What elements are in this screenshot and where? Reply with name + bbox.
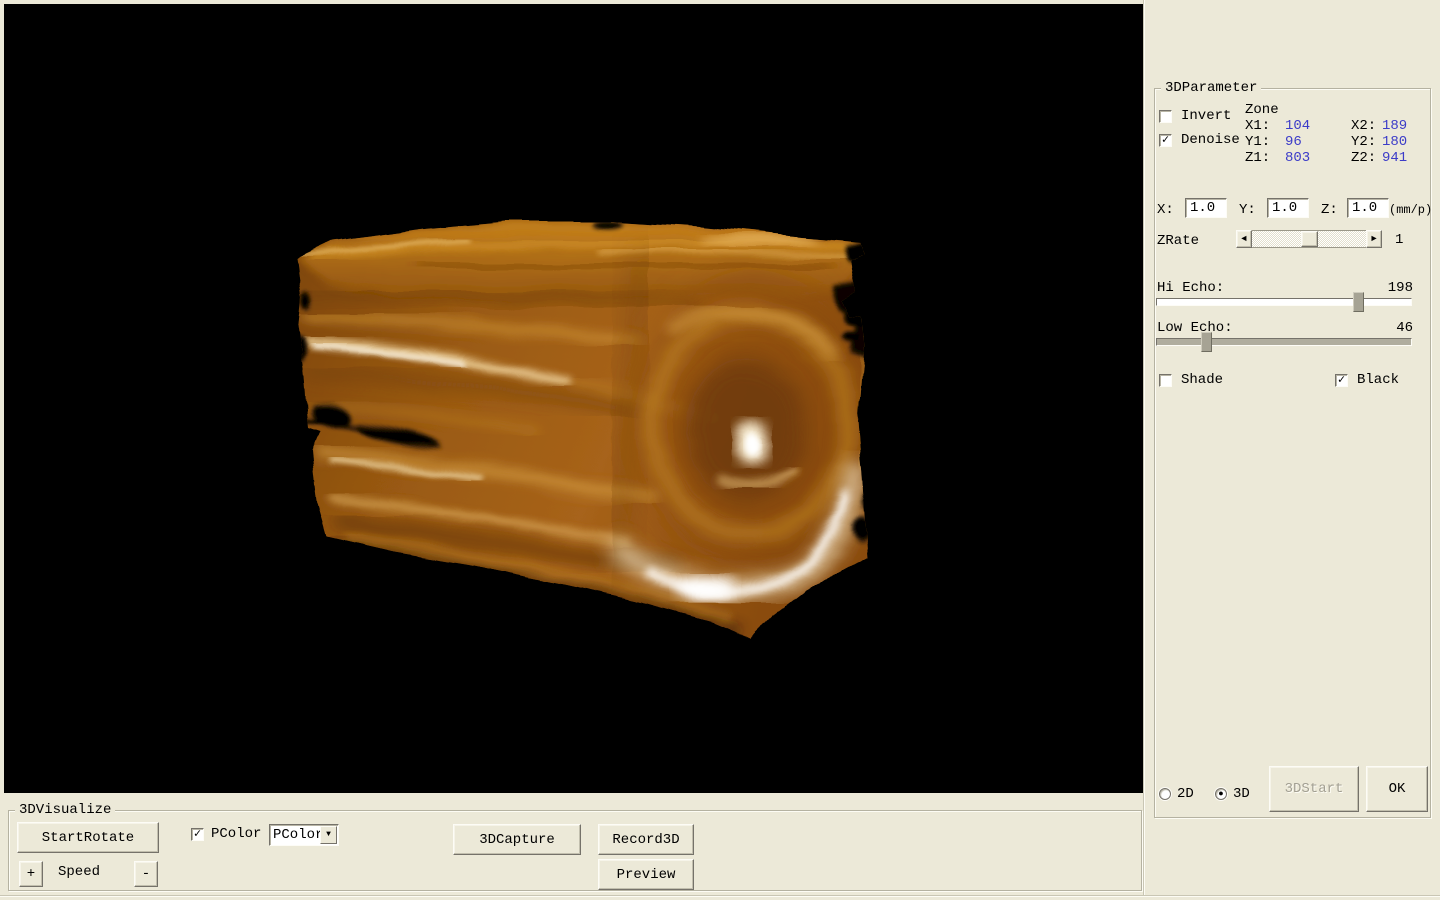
z-scale-label: Z:: [1321, 202, 1338, 218]
start3d-button[interactable]: 3DStart: [1269, 766, 1359, 812]
y-scale-label: Y:: [1239, 202, 1256, 218]
radio-3d-label: 3D: [1233, 786, 1250, 802]
visualize-groupbox-title: 3DVisualize: [15, 801, 115, 819]
dropdown-arrow-icon[interactable]: ▼: [320, 826, 337, 844]
radio-3d-dot: ●: [1218, 789, 1223, 799]
x-scale-label: X:: [1157, 202, 1174, 218]
parameter-groupbox-title: 3DParameter: [1161, 79, 1261, 97]
zone-y2-value: 180: [1382, 134, 1407, 150]
volume-3d-render: [4, 4, 1143, 793]
x-scale-input[interactable]: [1185, 198, 1227, 218]
black-check-glyph: ✓: [1338, 375, 1345, 386]
pcolor-checkbox[interactable]: ✓: [191, 828, 204, 841]
scale-unit-label: (mm/p): [1389, 202, 1432, 218]
pcolor-dropdown[interactable]: PColor ▼: [269, 824, 339, 846]
zrate-left-arrow-icon[interactable]: ◄: [1236, 230, 1252, 248]
record-3d-button[interactable]: Record3D: [598, 824, 694, 855]
hi-echo-track[interactable]: [1156, 298, 1412, 306]
black-label: Black: [1357, 372, 1399, 388]
zone-x2-value: 189: [1382, 118, 1407, 134]
preview-button[interactable]: Preview: [598, 859, 694, 890]
radio-2d[interactable]: [1159, 788, 1171, 800]
z-scale-input[interactable]: [1347, 198, 1389, 218]
low-echo-label: Low Echo:: [1157, 320, 1233, 336]
zrate-track[interactable]: [1252, 230, 1366, 248]
y-scale-input[interactable]: [1267, 198, 1309, 218]
window-bottom-edge-highlight: [0, 896, 1440, 897]
shade-checkbox[interactable]: [1159, 374, 1172, 387]
denoise-check-glyph: ✓: [1162, 135, 1169, 146]
invert-label: Invert: [1181, 108, 1231, 124]
shade-label: Shade: [1181, 372, 1223, 388]
zone-y2-label: Y2:: [1351, 134, 1376, 150]
render-viewport[interactable]: [4, 4, 1143, 793]
zone-x1-value: 104: [1285, 118, 1310, 134]
zone-z2-label: Z2:: [1351, 150, 1376, 166]
zone-z1-label: Z1:: [1245, 150, 1270, 166]
low-echo-value: 46: [1355, 320, 1413, 336]
app-window: 3DParameter Invert ✓ Denoise Zone X1: 10…: [0, 0, 1440, 900]
zrate-scrollbar[interactable]: ◄ ►: [1236, 230, 1382, 248]
zone-x2-label: X2:: [1351, 118, 1376, 134]
parameter-groupbox: 3DParameter Invert ✓ Denoise Zone X1: 10…: [1154, 88, 1431, 818]
zone-z1-value: 803: [1285, 150, 1310, 166]
denoise-label: Denoise: [1181, 132, 1240, 148]
low-echo-track[interactable]: [1156, 338, 1412, 346]
ok-button[interactable]: OK: [1366, 766, 1428, 812]
pcolor-check-glyph: ✓: [194, 829, 201, 840]
zone-title: Zone: [1245, 102, 1279, 118]
capture-3d-button[interactable]: 3DCapture: [453, 824, 581, 855]
zrate-thumb[interactable]: [1301, 231, 1318, 247]
speed-minus-button[interactable]: -: [134, 861, 158, 887]
hi-echo-thumb[interactable]: [1353, 292, 1364, 312]
pcolor-checkbox-label: PColor: [211, 826, 261, 842]
zone-z2-value: 941: [1382, 150, 1407, 166]
panel-separator-highlight: [1144, 0, 1145, 896]
visualize-groupbox: 3DVisualize StartRotate ✓ PColor PColor …: [8, 810, 1142, 891]
black-checkbox[interactable]: ✓: [1335, 374, 1348, 387]
zone-y1-label: Y1:: [1245, 134, 1270, 150]
pcolor-dropdown-value: PColor: [270, 825, 320, 845]
zrate-value: 1: [1395, 232, 1403, 248]
zone-y1-value: 96: [1285, 134, 1302, 150]
hi-echo-label: Hi Echo:: [1157, 280, 1224, 296]
start-rotate-button[interactable]: StartRotate: [17, 822, 159, 853]
radio-2d-label: 2D: [1177, 786, 1194, 802]
denoise-checkbox[interactable]: ✓: [1159, 134, 1172, 147]
low-echo-thumb[interactable]: [1201, 332, 1212, 352]
speed-plus-button[interactable]: +: [19, 861, 43, 887]
speed-label: Speed: [58, 864, 100, 880]
zrate-right-arrow-icon[interactable]: ►: [1366, 230, 1382, 248]
zone-x1-label: X1:: [1245, 118, 1270, 134]
zrate-label: ZRate: [1157, 233, 1199, 249]
radio-3d[interactable]: ●: [1215, 788, 1227, 800]
invert-checkbox[interactable]: [1159, 110, 1172, 123]
